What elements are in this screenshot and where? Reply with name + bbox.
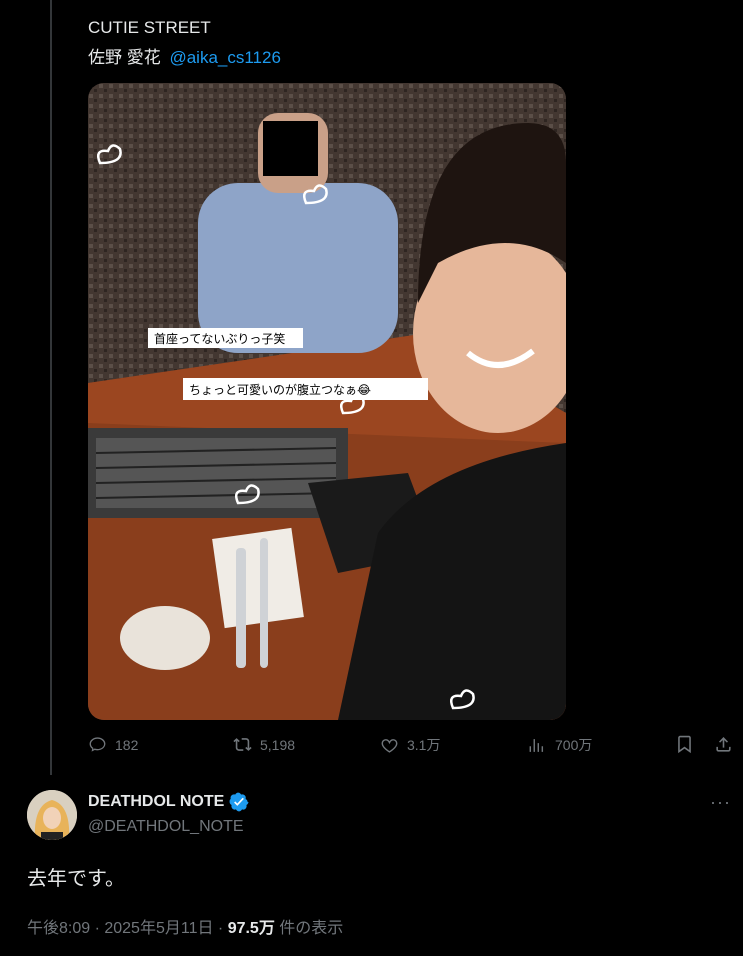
mention-link[interactable]: @aika_cs1126 [169,48,280,67]
display-name[interactable]: DEATHDOL NOTE [88,793,224,811]
quoted-text-line2: 佐野 愛花 @aika_cs1126 [88,43,281,68]
tweet-text: 去年です。 [27,868,125,890]
thread-line [50,0,52,775]
views-suffix: 件の表示 [274,920,344,937]
reply-count: 182 [115,736,139,753]
tweet-metadata: 午後8:09 · 2025年5月11日 · 97.5万 件の表示 [27,914,343,938]
quoted-text-line1: CUTIE STREET [88,18,211,37]
timestamp[interactable]: 午後8:09 · 2025年5月11日 · [27,920,228,937]
heart-icon [381,738,398,753]
caption-2: ちょっと可愛いのが腹立つなぁ😂 [189,382,371,397]
reply-icon [89,737,106,752]
like-count: 3.1万 [407,737,441,753]
tweet-media-image[interactable]: 首座ってないぶりっ子笑 ちょっと可愛いのが腹立つなぁ😂 [88,83,566,720]
quoted-name: 佐野 愛花 [88,48,161,67]
bookmark-button[interactable] [675,735,694,754]
verified-badge-icon [229,792,249,812]
action-bar: 182 5,198 3.1万 700万 [88,735,738,763]
views-button[interactable]: 700万 [528,735,592,755]
caption-1: 首座ってないぶりっ子笑 [154,331,285,346]
author-handle[interactable]: @DEATHDOL_NOTE [88,818,244,836]
more-options-icon[interactable]: ··· [710,792,731,813]
repost-count: 5,198 [260,736,296,753]
view-count-total: 97.5万 [227,920,275,937]
share-button[interactable] [714,735,733,754]
repost-icon [233,738,252,751]
avatar[interactable] [27,790,77,840]
like-button[interactable]: 3.1万 [380,735,440,755]
repost-button[interactable]: 5,198 [233,735,295,754]
author-name-row: DEATHDOL NOTE [88,792,249,812]
share-icon [716,737,731,752]
view-count: 700万 [555,737,593,753]
analytics-icon [529,738,544,752]
bookmark-icon [678,735,691,754]
reply-button[interactable]: 182 [88,735,138,754]
